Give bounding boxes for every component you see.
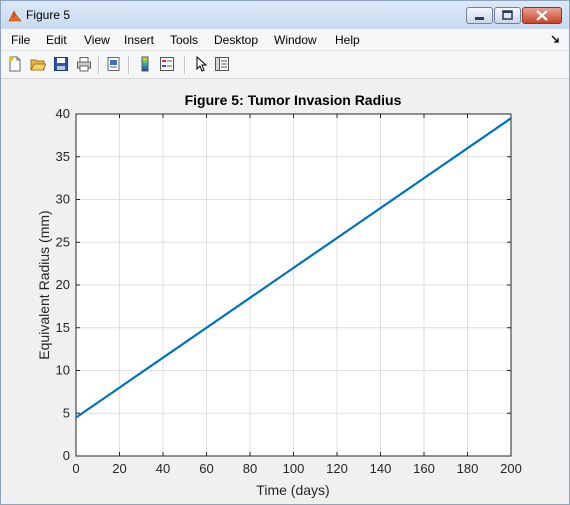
x-tick-label: 180	[457, 461, 479, 476]
maximize-icon	[502, 10, 513, 20]
menu-help[interactable]: Help	[335, 33, 360, 47]
y-tick-label: 0	[63, 448, 70, 463]
matlab-icon	[8, 10, 22, 22]
x-tick-label: 160	[413, 461, 435, 476]
new-figure-icon[interactable]	[7, 56, 23, 72]
y-tick-label: 30	[56, 192, 70, 207]
data-point	[510, 117, 512, 120]
y-tick-label: 15	[56, 320, 70, 335]
dock-arrow-icon[interactable]	[551, 35, 560, 44]
legend-icon[interactable]	[159, 56, 175, 72]
x-axis-label: Time (days)	[256, 482, 329, 498]
menu-insert[interactable]: Insert	[124, 33, 154, 47]
menu-file[interactable]: File	[11, 33, 30, 47]
data-point	[75, 416, 77, 419]
menu-bar: File Edit View Insert Tools Desktop Wind…	[1, 29, 569, 51]
x-tick-label: 0	[72, 461, 79, 476]
toolbar	[1, 51, 569, 79]
close-button[interactable]	[522, 7, 562, 24]
data-point	[249, 297, 251, 299]
property-editor-icon[interactable]	[214, 56, 230, 72]
menu-edit[interactable]: Edit	[46, 33, 67, 47]
toolbar-separator	[128, 56, 130, 74]
data-point	[292, 267, 295, 269]
colorbar-icon[interactable]	[137, 56, 153, 72]
x-tick-label: 20	[112, 461, 126, 476]
pointer-icon[interactable]	[193, 56, 209, 72]
save-icon[interactable]	[53, 56, 69, 72]
x-tick-label: 140	[370, 461, 392, 476]
y-tick-label: 35	[56, 149, 70, 164]
menu-tools[interactable]: Tools	[170, 33, 198, 47]
x-tick-label: 100	[283, 461, 305, 476]
open-file-icon[interactable]	[30, 56, 46, 72]
menu-view[interactable]: View	[84, 33, 110, 47]
figure-window: Figure 5 File Edit View Insert Tools Des…	[0, 0, 570, 505]
y-axis-label: Equivalent Radius (mm)	[36, 210, 52, 359]
data-point	[118, 386, 121, 389]
minimize-icon	[475, 17, 484, 20]
figure-canvas: Figure 5: Tumor Invasion Radius 0 20 40 60 8…	[36, 92, 522, 498]
x-tick-label: 120	[326, 461, 348, 476]
y-tick-label: 40	[56, 106, 70, 121]
toolbar-separator	[98, 56, 100, 74]
window-title: Figure 5	[26, 8, 71, 22]
y-tick-label: 5	[63, 405, 70, 420]
x-tick-label: 200	[500, 461, 522, 476]
x-tick-label: 40	[156, 461, 170, 476]
data-point	[162, 356, 164, 359]
data-point	[379, 207, 382, 209]
close-icon	[536, 10, 548, 21]
data-point	[423, 177, 425, 179]
data-point	[466, 147, 469, 149]
chart-title: Figure 5: Tumor Invasion Radius	[185, 92, 402, 108]
minimize-button[interactable]	[466, 7, 493, 24]
y-tick-label: 10	[56, 363, 70, 378]
menu-desktop[interactable]: Desktop	[214, 33, 258, 47]
toolbar-separator	[184, 56, 186, 74]
data-point	[336, 237, 338, 239]
print-icon[interactable]	[76, 56, 92, 72]
x-tick-label: 60	[199, 461, 213, 476]
title-bar[interactable]: Figure 5	[1, 1, 569, 29]
data-point	[205, 326, 208, 329]
print-preview-icon[interactable]	[106, 56, 122, 72]
menu-window[interactable]: Window	[274, 33, 317, 47]
x-tick-label: 80	[243, 461, 257, 476]
y-tick-label: 20	[56, 277, 70, 292]
y-tick-label: 25	[56, 234, 70, 249]
maximize-button[interactable]	[494, 7, 521, 24]
